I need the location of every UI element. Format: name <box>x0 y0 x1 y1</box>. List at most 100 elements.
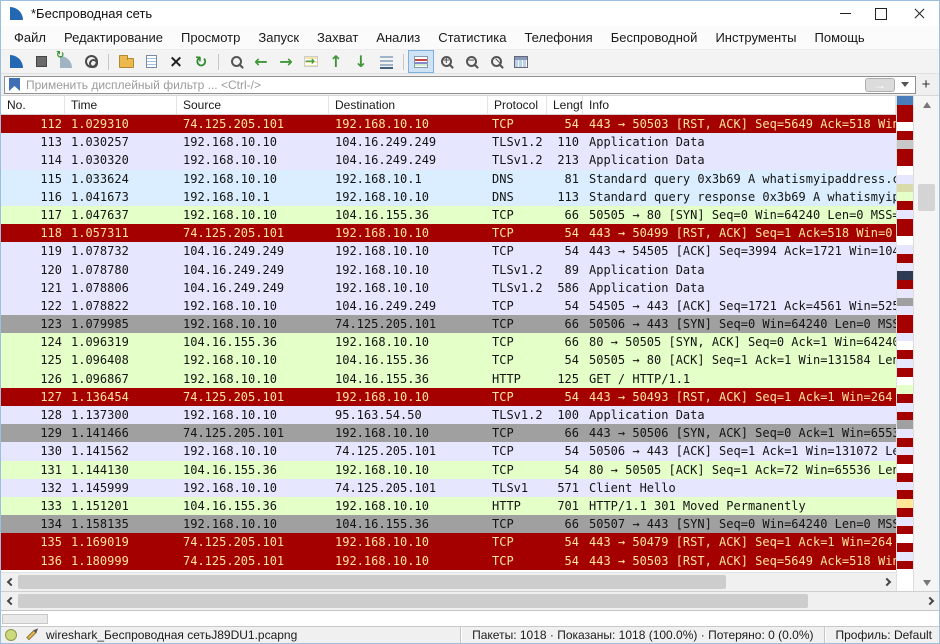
go-forward-button[interactable] <box>274 51 298 72</box>
open-file-button[interactable] <box>114 51 138 72</box>
packet-row[interactable]: 1291.14146674.125.205.101192.168.10.10TC… <box>1 424 896 442</box>
packet-row[interactable]: 1171.047637192.168.10.10104.16.155.36TCP… <box>1 206 896 224</box>
menu-item-help[interactable]: Помощь <box>806 30 874 45</box>
packet-minimap[interactable] <box>896 96 913 591</box>
auto-scroll-button[interactable] <box>374 51 398 72</box>
capture-options-button[interactable] <box>79 51 103 72</box>
zoom-in-button[interactable] <box>434 51 458 72</box>
profile-label[interactable]: Профиль: Default <box>833 628 936 642</box>
packet-row[interactable]: 1211.078806104.16.249.249192.168.10.10TL… <box>1 279 896 297</box>
menu-item-wireless[interactable]: Беспроводной <box>602 30 707 45</box>
column-header-proto[interactable]: Protocol <box>488 96 547 114</box>
packet-row[interactable]: 1301.141562192.168.10.1074.125.205.101TC… <box>1 442 896 460</box>
packet-list-vscrollbar[interactable] <box>913 96 939 591</box>
menu-item-edit[interactable]: Редактирование <box>55 30 172 45</box>
close-button[interactable] <box>899 1 939 26</box>
hscroll-right-arrow-icon[interactable] <box>880 573 896 591</box>
packet-row[interactable]: 1191.078732104.16.249.249192.168.10.10TC… <box>1 242 896 260</box>
vscroll-down-arrow-icon[interactable] <box>914 574 939 591</box>
packet-row[interactable]: 1341.158135192.168.10.10104.16.155.36TCP… <box>1 515 896 533</box>
reload-file-button[interactable] <box>189 51 213 72</box>
packet-row[interactable]: 1261.096867192.168.10.10104.16.155.36HTT… <box>1 370 896 388</box>
expert-info-icon[interactable] <box>5 629 17 641</box>
column-header-len[interactable]: Length <box>547 96 583 114</box>
packet-row[interactable]: 1161.041673192.168.10.1192.168.10.10DNS1… <box>1 188 896 206</box>
menu-item-go[interactable]: Запуск <box>249 30 308 45</box>
cell-len: 66 <box>547 315 583 333</box>
cell-time: 1.145999 <box>65 479 177 497</box>
reload-arrow-icon <box>195 52 208 71</box>
packet-list-hscrollbar[interactable] <box>1 572 896 591</box>
minimize-button[interactable] <box>827 1 863 26</box>
hscroll2-thumb[interactable] <box>18 594 808 608</box>
hscroll-left-arrow-icon[interactable] <box>1 573 17 591</box>
hscroll2-right-arrow-icon[interactable] <box>923 592 939 610</box>
packet-row[interactable]: 1221.078822192.168.10.10104.16.249.249TC… <box>1 297 896 315</box>
menu-item-file[interactable]: Файл <box>5 30 55 45</box>
column-header-info[interactable]: Info <box>583 96 896 114</box>
vscroll-up-arrow-icon[interactable] <box>914 96 939 113</box>
packet-row[interactable]: 1131.030257192.168.10.10104.16.249.249TL… <box>1 133 896 151</box>
stop-capture-button[interactable] <box>29 51 53 72</box>
packet-counts-label: Пакеты: 1018 · Показаны: 1018 (100.0%) ·… <box>469 628 816 642</box>
cell-src: 104.16.155.36 <box>177 333 329 351</box>
packet-row[interactable]: 1271.13645474.125.205.101192.168.10.10TC… <box>1 388 896 406</box>
menu-item-view[interactable]: Просмотр <box>172 30 249 45</box>
restart-capture-button[interactable] <box>54 51 78 72</box>
packet-row[interactable]: 1361.18099974.125.205.101192.168.10.10TC… <box>1 552 896 570</box>
column-header-no[interactable]: No. <box>1 96 65 114</box>
packet-row[interactable]: 1281.137300192.168.10.1095.163.54.50TLSv… <box>1 406 896 424</box>
menu-item-capture[interactable]: Захват <box>308 30 367 45</box>
start-capture-button[interactable] <box>4 51 28 72</box>
go-last-packet-button[interactable] <box>349 51 373 72</box>
menu-item-tools[interactable]: Инструменты <box>706 30 805 45</box>
packet-row[interactable]: 1331.151201104.16.155.36192.168.10.10HTT… <box>1 497 896 515</box>
hscroll2-left-arrow-icon[interactable] <box>1 592 17 610</box>
packet-row[interactable]: 1351.16901974.125.205.101192.168.10.10TC… <box>1 533 896 551</box>
packet-row[interactable]: 1121.02931074.125.205.101192.168.10.10TC… <box>1 115 896 133</box>
filter-apply-button[interactable] <box>865 78 895 92</box>
display-filter-input[interactable]: Применить дисплейный фильтр ... <Ctrl-/> <box>4 76 916 94</box>
cell-len: 54 <box>547 224 583 242</box>
column-header-time[interactable]: Time <box>65 96 177 114</box>
packet-row[interactable]: 1151.033624192.168.10.10192.168.10.1DNS8… <box>1 170 896 188</box>
packet-row[interactable]: 1241.096319104.16.155.36192.168.10.10TCP… <box>1 333 896 351</box>
filter-dropdown-caret-icon[interactable] <box>901 82 909 87</box>
packet-row[interactable]: 1141.030320192.168.10.10104.16.249.249TL… <box>1 151 896 169</box>
zoom-reset-button[interactable] <box>484 51 508 72</box>
packet-row[interactable]: 1321.145999192.168.10.1074.125.205.101TL… <box>1 479 896 497</box>
menu-item-analyze[interactable]: Анализ <box>367 30 429 45</box>
packet-row[interactable]: 1201.078780104.16.249.249192.168.10.10TL… <box>1 261 896 279</box>
capture-comment-icon[interactable] <box>26 630 37 641</box>
go-to-packet-button[interactable] <box>299 51 323 72</box>
cell-info: 50507 → 443 [SYN] Seq=0 Win=64240 Len=0 … <box>583 515 896 533</box>
save-file-button[interactable] <box>139 51 163 72</box>
go-back-button[interactable] <box>249 51 273 72</box>
menu-item-statistics[interactable]: Статистика <box>429 30 515 45</box>
filter-bookmark-icon[interactable] <box>9 78 20 91</box>
packet-row[interactable]: 1181.05731174.125.205.101192.168.10.10TC… <box>1 224 896 242</box>
colorize-packets-button[interactable] <box>409 51 433 72</box>
cell-time: 1.057311 <box>65 224 177 242</box>
zoom-out-button[interactable] <box>459 51 483 72</box>
window-hscrollbar[interactable] <box>1 591 939 610</box>
packet-row[interactable]: 1311.144130104.16.155.36192.168.10.10TCP… <box>1 461 896 479</box>
column-header-dst[interactable]: Destination <box>329 96 488 114</box>
pane-grip[interactable] <box>2 614 48 624</box>
maximize-button[interactable] <box>863 1 899 26</box>
go-first-packet-button[interactable] <box>324 51 348 72</box>
packet-row[interactable]: 1231.079985192.168.10.1074.125.205.101TC… <box>1 315 896 333</box>
minimap-stripe <box>897 403 913 412</box>
vscroll-thumb[interactable] <box>918 184 935 211</box>
cell-src: 192.168.10.10 <box>177 515 329 533</box>
packet-row[interactable]: 1251.096408192.168.10.10104.16.155.36TCP… <box>1 351 896 369</box>
hscroll-thumb[interactable] <box>18 575 726 589</box>
filter-add-button[interactable]: + <box>916 76 936 93</box>
filter-bar: Применить дисплейный фильтр ... <Ctrl-/>… <box>1 74 939 96</box>
close-file-button[interactable] <box>164 51 188 72</box>
column-header-src[interactable]: Source <box>177 96 329 114</box>
cell-len: 110 <box>547 133 583 151</box>
resize-columns-button[interactable] <box>509 51 533 72</box>
find-packet-button[interactable] <box>224 51 248 72</box>
menu-item-telephony[interactable]: Телефония <box>515 30 601 45</box>
